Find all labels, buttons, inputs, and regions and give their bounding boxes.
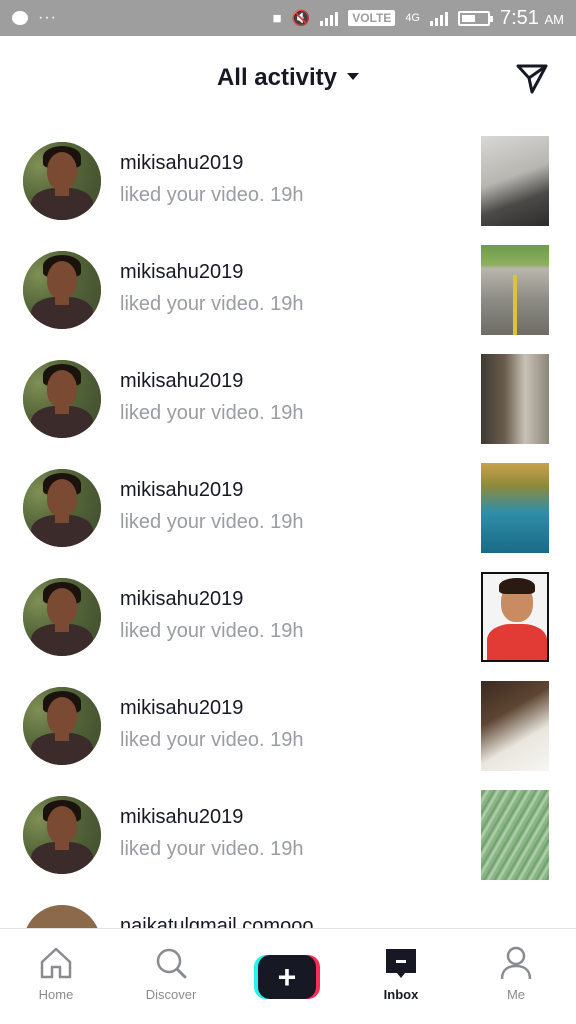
caret-down-icon [347, 73, 360, 81]
activity-description: liked your video. 19h [120, 402, 304, 424]
mute-icon: 🔇 [291, 10, 311, 27]
profile-icon [500, 946, 532, 980]
nav-discover[interactable]: Discover [121, 943, 221, 1002]
avatar[interactable] [23, 142, 101, 220]
activity-username[interactable]: mikisahu2019 [120, 588, 243, 611]
vibrate-icon: ■ [272, 9, 282, 27]
activity-description: liked your video. 19h [120, 729, 304, 751]
avatar[interactable] [23, 469, 101, 547]
direct-message-button[interactable] [512, 58, 552, 98]
nav-discover-label: Discover [145, 987, 197, 1002]
clock: 7:51 AM [500, 6, 564, 29]
avatar[interactable] [23, 360, 101, 438]
activity-username[interactable]: mikisahu2019 [120, 697, 243, 720]
activity-filter-dropdown[interactable]: All activity [0, 64, 576, 92]
inbox-icon [386, 949, 416, 978]
activity-username[interactable]: mikisahu2019 [120, 370, 243, 393]
video-thumbnail[interactable] [481, 354, 549, 444]
chat-notification-icon [12, 11, 28, 25]
avatar[interactable] [23, 251, 101, 329]
status-bar: ··· ■ 🔇 VOLTE 4G 7:51 AM [0, 0, 576, 36]
activity-list: mikisahu2019 liked your video. 19h mikis… [0, 124, 576, 983]
activity-username[interactable]: mikisahu2019 [120, 806, 243, 829]
activity-item[interactable]: mikisahu2019 liked your video. 19h [0, 342, 576, 451]
nav-me-label: Me [506, 987, 526, 1002]
more-notifications-icon: ··· [38, 9, 57, 26]
activity-description: liked your video. 19h [120, 293, 304, 315]
page-title: All activity [216, 64, 338, 91]
paper-plane-icon [516, 64, 548, 94]
nav-inbox[interactable]: Inbox [351, 943, 451, 1002]
avatar[interactable] [23, 578, 101, 656]
bottom-navigation: Home Discover + Inbox Me [0, 928, 576, 1024]
activity-item[interactable]: mikisahu2019 liked your video. 19h [0, 233, 576, 342]
plus-icon: + [258, 955, 316, 999]
nav-home[interactable]: Home [6, 943, 106, 1002]
activity-description: liked your video. 19h [120, 184, 304, 206]
activity-item[interactable]: mikisahu2019 liked your video. 19h [0, 451, 576, 560]
video-thumbnail[interactable] [481, 245, 549, 335]
video-thumbnail[interactable] [481, 681, 549, 771]
activity-username[interactable]: mikisahu2019 [120, 479, 243, 502]
video-thumbnail[interactable] [481, 463, 549, 553]
video-thumbnail[interactable] [481, 572, 549, 662]
search-icon [156, 948, 187, 979]
activity-description: liked your video. 19h [120, 838, 304, 860]
video-thumbnail[interactable] [481, 136, 549, 226]
activity-username[interactable]: mikisahu2019 [120, 152, 243, 175]
home-icon [40, 947, 72, 979]
activity-item[interactable]: mikisahu2019 liked your video. 19h [0, 560, 576, 669]
activity-item[interactable]: mikisahu2019 liked your video. 19h [0, 669, 576, 778]
activity-username[interactable]: mikisahu2019 [120, 261, 243, 284]
activity-description: liked your video. 19h [120, 511, 304, 533]
activity-item[interactable]: mikisahu2019 liked your video. 19h [0, 778, 576, 887]
signal-icon-2 [430, 10, 448, 26]
avatar[interactable] [23, 687, 101, 765]
activity-item[interactable]: mikisahu2019 liked your video. 19h [0, 124, 576, 233]
create-video-button[interactable]: + [254, 955, 320, 999]
signal-icon [320, 10, 339, 26]
network-type: 4G [405, 12, 420, 24]
battery-icon [458, 10, 493, 26]
nav-home-label: Home [38, 987, 74, 1002]
activity-description: liked your video. 19h [120, 620, 304, 642]
video-thumbnail[interactable] [481, 790, 549, 880]
header: All activity [0, 36, 576, 124]
nav-inbox-label: Inbox [383, 987, 419, 1002]
nav-me[interactable]: Me [466, 943, 566, 1002]
volte-badge: VOLTE [348, 10, 396, 26]
avatar[interactable] [23, 796, 101, 874]
